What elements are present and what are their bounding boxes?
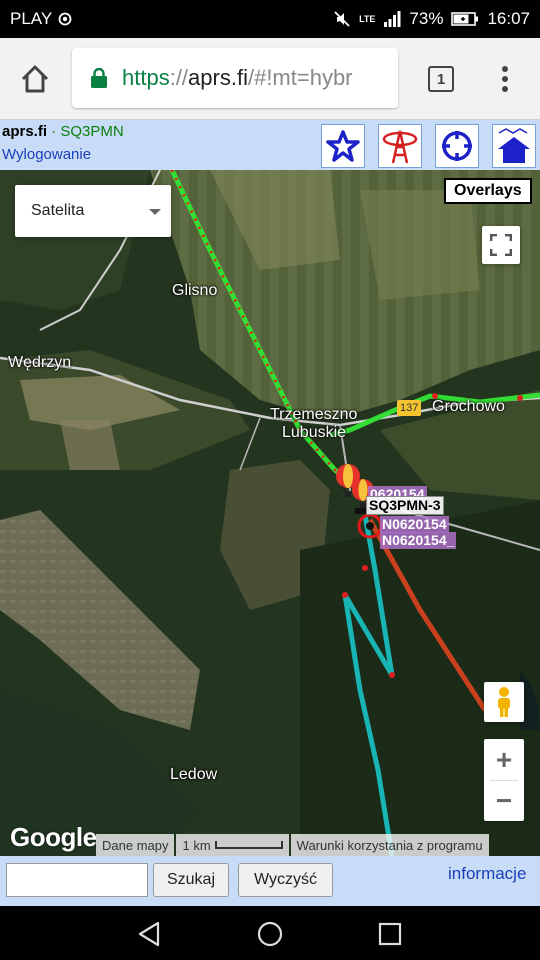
google-logo: Google bbox=[10, 822, 97, 852]
fullscreen-button[interactable] bbox=[482, 226, 520, 264]
overlays-button[interactable]: Overlays bbox=[444, 178, 532, 204]
pegman-icon bbox=[498, 687, 510, 717]
fullscreen-icon bbox=[490, 234, 512, 256]
search-panel: Szukaj Wyczyść informacje bbox=[0, 856, 540, 906]
place-label: Wędrzyn bbox=[8, 354, 72, 371]
home-circle-icon[interactable] bbox=[256, 920, 284, 948]
satellite-imagery bbox=[0, 170, 540, 856]
map-canvas[interactable]: Glisno Wędrzyn Trzemeszno Lubuskie Groch… bbox=[0, 170, 540, 856]
url-host: aprs.fi bbox=[188, 65, 248, 90]
lock-icon bbox=[91, 68, 107, 88]
url-path: /#!mt=hybr bbox=[247, 65, 353, 90]
map-type-label: Satelita bbox=[31, 202, 85, 219]
road-number-badge: 137 bbox=[397, 400, 422, 416]
star-icon bbox=[326, 130, 360, 162]
url-scheme: https bbox=[122, 65, 170, 90]
site-line: aprs.fi · SQ3PMN bbox=[2, 123, 124, 140]
map-data-link[interactable]: Dane mapy bbox=[96, 834, 175, 856]
clock: 16:07 bbox=[487, 9, 530, 28]
place-label: Ledow bbox=[170, 766, 218, 783]
tab-switcher-button[interactable]: 1 bbox=[428, 66, 454, 92]
back-icon[interactable] bbox=[136, 920, 164, 948]
station-label[interactable]: N0620154 bbox=[380, 516, 449, 533]
locate-button[interactable] bbox=[435, 124, 479, 168]
recents-icon[interactable] bbox=[376, 920, 404, 948]
signal-icon bbox=[384, 11, 401, 27]
tower-icon bbox=[382, 130, 418, 164]
separator-dot: · bbox=[47, 123, 61, 140]
map-type-dropdown[interactable]: Satelita bbox=[15, 185, 171, 237]
status-bar: PLAY LTE 73% 16:07 bbox=[0, 0, 540, 38]
terms-link[interactable]: Warunki korzystania z programu bbox=[290, 834, 489, 856]
url-bar[interactable]: https://aprs.fi/#!mt=hybr bbox=[72, 48, 398, 108]
place-label: Grochowo bbox=[432, 398, 505, 415]
place-label: Lubuskie bbox=[282, 424, 347, 441]
site-name[interactable]: aprs.fi bbox=[2, 123, 47, 140]
location-icon bbox=[58, 12, 72, 26]
battery-icon bbox=[451, 12, 479, 26]
browser-toolbar: https://aprs.fi/#!mt=hybr 1 bbox=[0, 38, 540, 120]
place-label: Trzemeszno bbox=[270, 406, 358, 423]
tower-button[interactable] bbox=[378, 124, 422, 168]
user-callsign[interactable]: SQ3PMN bbox=[60, 123, 123, 140]
station-label[interactable]: N0620154_ bbox=[380, 532, 457, 549]
zoom-control: + − bbox=[484, 739, 524, 821]
search-input[interactable] bbox=[6, 863, 148, 897]
chevron-down-icon bbox=[149, 209, 161, 215]
aprs-header: aprs.fi · SQ3PMN Wylogowanie bbox=[0, 120, 540, 170]
network-type: LTE bbox=[359, 14, 376, 24]
battery-percent: 73% bbox=[409, 9, 444, 28]
home-icon[interactable] bbox=[18, 62, 52, 96]
system-navigation-bar bbox=[0, 906, 540, 960]
screen: PLAY LTE 73% 16:07 https://aprs.fi/#!mt=… bbox=[0, 0, 540, 960]
zoom-out-button[interactable]: − bbox=[484, 780, 524, 821]
street-view-button[interactable] bbox=[484, 682, 524, 722]
scale-control[interactable]: 1 km bbox=[176, 834, 289, 856]
favorites-button[interactable] bbox=[321, 124, 365, 168]
home-station-button[interactable] bbox=[492, 124, 536, 168]
info-link[interactable]: informacje bbox=[448, 864, 526, 884]
search-button[interactable]: Szukaj bbox=[153, 863, 229, 897]
map-attribution: Dane mapy 1 km Warunki korzystania z pro… bbox=[96, 834, 491, 856]
clear-button[interactable]: Wyczyść bbox=[238, 863, 333, 897]
logout-link[interactable]: Wylogowanie bbox=[2, 146, 91, 163]
place-label: Glisno bbox=[172, 282, 218, 299]
crosshair-icon bbox=[442, 131, 472, 161]
station-label[interactable]: SQ3PMN-3 bbox=[366, 496, 444, 515]
carrier-label: PLAY bbox=[10, 9, 53, 28]
url-separator: :// bbox=[169, 65, 189, 90]
mute-icon bbox=[334, 11, 350, 27]
overflow-menu-icon[interactable] bbox=[496, 62, 514, 96]
home-icon bbox=[498, 128, 530, 163]
zoom-in-button[interactable]: + bbox=[484, 739, 524, 780]
